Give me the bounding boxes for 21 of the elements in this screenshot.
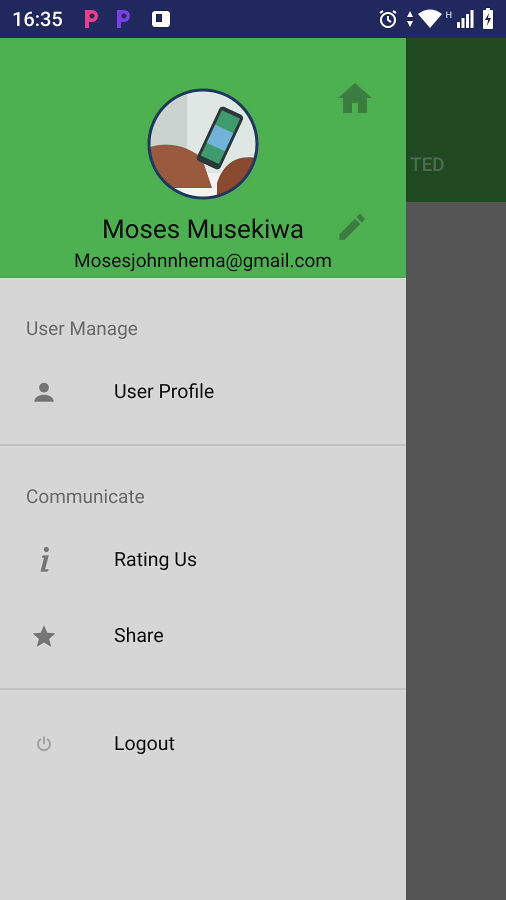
signal-icon <box>456 10 474 28</box>
app-logo-icon <box>82 8 99 30</box>
user-name: Moses Musekiwa <box>102 214 304 246</box>
data-arrows-icon <box>406 10 414 28</box>
section-header: User Manage <box>26 316 138 342</box>
battery-icon <box>482 8 494 30</box>
menu-item[interactable]: Logout <box>0 706 406 782</box>
menu-item[interactable]: Share <box>0 598 406 674</box>
section-header: Communicate <box>26 484 145 510</box>
menu-item[interactable]: User Profile <box>0 354 406 430</box>
star-icon <box>31 623 57 649</box>
user-email: Mosesjohnnhema@gmail.com <box>74 249 332 273</box>
status-time: 16:35 <box>12 6 63 33</box>
menu-item[interactable]: Rating Us <box>0 522 406 598</box>
wifi-icon <box>418 9 442 29</box>
document-icon <box>150 9 171 29</box>
alarm-icon <box>378 9 398 29</box>
network-type: H <box>446 10 452 23</box>
power-icon <box>35 735 53 753</box>
app-logo-icon <box>114 8 131 30</box>
home-icon[interactable] <box>337 82 373 114</box>
